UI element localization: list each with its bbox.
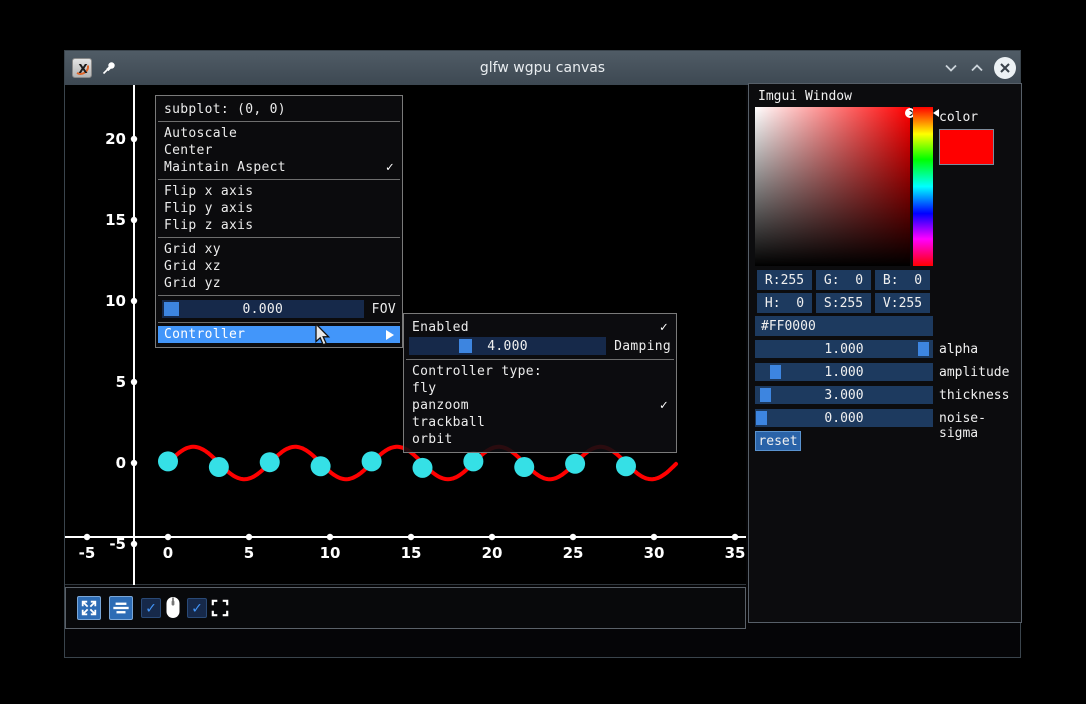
hue-bar[interactable] bbox=[913, 107, 933, 266]
reset-button[interactable]: reset bbox=[755, 431, 801, 451]
menu-item-enabled[interactable]: Enabled✓ bbox=[404, 319, 676, 336]
check-icon: ✓ bbox=[386, 159, 394, 176]
center-lines-icon bbox=[112, 599, 130, 617]
color-swatch[interactable] bbox=[939, 129, 994, 165]
minimize-button[interactable] bbox=[940, 59, 962, 77]
chevron-up-icon bbox=[971, 64, 983, 72]
menu-item-panzoom[interactable]: panzoom✓ bbox=[404, 397, 676, 414]
controller-type-header: Controller type: bbox=[404, 363, 676, 380]
context-menu-title: subplot: (0, 0) bbox=[156, 101, 402, 118]
h-field[interactable]: H: 0 bbox=[757, 293, 812, 313]
imgui-window-title[interactable]: Imgui Window bbox=[758, 89, 852, 104]
frame-corners-icon bbox=[211, 599, 229, 617]
svg-text:0: 0 bbox=[116, 454, 126, 472]
amplitude-slider[interactable]: 1.000 bbox=[755, 363, 933, 381]
check-icon: ✓ bbox=[192, 600, 202, 616]
chevron-down-icon bbox=[945, 64, 957, 72]
menu-item-maintain-aspect[interactable]: Maintain Aspect✓ bbox=[156, 159, 402, 176]
maintain-aspect-checkbox[interactable]: ✓ bbox=[187, 598, 207, 618]
menu-item-grid-xz[interactable]: Grid xz bbox=[156, 258, 402, 275]
alpha-slider[interactable]: 1.000 bbox=[755, 340, 933, 358]
controller-checkbox[interactable]: ✓ bbox=[141, 598, 161, 618]
menu-item-flip-z[interactable]: Flip z axis bbox=[156, 217, 402, 234]
svg-text:30: 30 bbox=[644, 544, 665, 562]
window-title: glfw wgpu canvas bbox=[65, 60, 1020, 76]
amplitude-label: amplitude bbox=[939, 365, 1009, 380]
svg-text:5: 5 bbox=[244, 544, 254, 562]
svg-text:10: 10 bbox=[320, 544, 341, 562]
saturation-value-picker[interactable] bbox=[755, 107, 910, 266]
close-icon bbox=[999, 62, 1011, 74]
svg-text:-5: -5 bbox=[109, 535, 126, 553]
mouse-icon bbox=[163, 595, 183, 621]
svg-text:15: 15 bbox=[105, 211, 126, 229]
controller-submenu: Enabled✓ 4.000 Damping Controller type: … bbox=[403, 313, 677, 453]
menu-item-autoscale[interactable]: Autoscale bbox=[156, 125, 402, 142]
svg-text:15: 15 bbox=[401, 544, 422, 562]
menu-item-grid-yz[interactable]: Grid yz bbox=[156, 275, 402, 292]
menu-item-fly[interactable]: fly bbox=[404, 380, 676, 397]
close-button[interactable] bbox=[994, 57, 1016, 79]
hex-field[interactable]: #FF0000 bbox=[755, 316, 933, 336]
svg-text:0: 0 bbox=[163, 544, 173, 562]
thickness-slider[interactable]: 3.000 bbox=[755, 386, 933, 404]
context-menu: subplot: (0, 0) Autoscale Center Maintai… bbox=[155, 95, 403, 348]
submenu-arrow-icon bbox=[386, 330, 394, 340]
svg-text:-5: -5 bbox=[79, 544, 96, 562]
titlebar: X glfw wgpu canvas bbox=[65, 51, 1020, 85]
s-field[interactable]: S:255 bbox=[816, 293, 871, 313]
separator bbox=[406, 359, 674, 360]
menu-item-grid-xy[interactable]: Grid xy bbox=[156, 241, 402, 258]
svg-text:25: 25 bbox=[563, 544, 584, 562]
menu-item-center[interactable]: Center bbox=[156, 142, 402, 159]
separator bbox=[158, 237, 400, 238]
svg-text:20: 20 bbox=[105, 130, 126, 148]
color-label: color bbox=[939, 110, 978, 125]
maximize-button[interactable] bbox=[966, 59, 988, 77]
svg-text:5: 5 bbox=[116, 373, 126, 391]
menu-item-orbit[interactable]: orbit bbox=[404, 431, 676, 448]
separator bbox=[158, 322, 400, 323]
svg-text:35: 35 bbox=[725, 544, 746, 562]
g-field[interactable]: G: 0 bbox=[816, 270, 871, 290]
plot-toolbar: ✓ ✓ bbox=[65, 587, 746, 629]
menu-item-controller[interactable]: Controller bbox=[158, 326, 400, 343]
center-button[interactable] bbox=[109, 596, 133, 620]
thickness-label: thickness bbox=[939, 388, 1009, 403]
svg-text:10: 10 bbox=[105, 292, 126, 310]
check-icon: ✓ bbox=[660, 319, 668, 336]
noise-sigma-slider[interactable]: 0.000 bbox=[755, 409, 933, 427]
fov-slider[interactable]: 0.000 bbox=[162, 300, 364, 318]
imgui-window: Imgui Window color R:255 G: 0 B: 0 H: 0 … bbox=[748, 83, 1022, 623]
separator bbox=[158, 295, 400, 296]
autoscale-button[interactable] bbox=[77, 596, 101, 620]
damping-label: Damping bbox=[614, 339, 671, 354]
screen: X glfw wgpu canvas -5 0 bbox=[0, 0, 1086, 704]
b-field[interactable]: B: 0 bbox=[875, 270, 930, 290]
mouse-cursor-icon bbox=[315, 324, 333, 352]
menu-item-flip-y[interactable]: Flip y axis bbox=[156, 200, 402, 217]
hue-marker-left bbox=[907, 109, 913, 117]
check-icon: ✓ bbox=[146, 600, 156, 616]
separator bbox=[158, 179, 400, 180]
menu-item-flip-x[interactable]: Flip x axis bbox=[156, 183, 402, 200]
r-field[interactable]: R:255 bbox=[757, 270, 812, 290]
menu-item-trackball[interactable]: trackball bbox=[404, 414, 676, 431]
noise-sigma-label: noise-sigma bbox=[939, 411, 1021, 441]
separator bbox=[158, 121, 400, 122]
fov-label: FOV bbox=[372, 302, 396, 317]
v-field[interactable]: V:255 bbox=[875, 293, 930, 313]
check-icon: ✓ bbox=[660, 397, 668, 414]
expand-arrows-icon bbox=[80, 599, 98, 617]
alpha-label: alpha bbox=[939, 342, 978, 357]
svg-text:20: 20 bbox=[482, 544, 503, 562]
damping-slider[interactable]: 4.000 bbox=[409, 337, 606, 355]
